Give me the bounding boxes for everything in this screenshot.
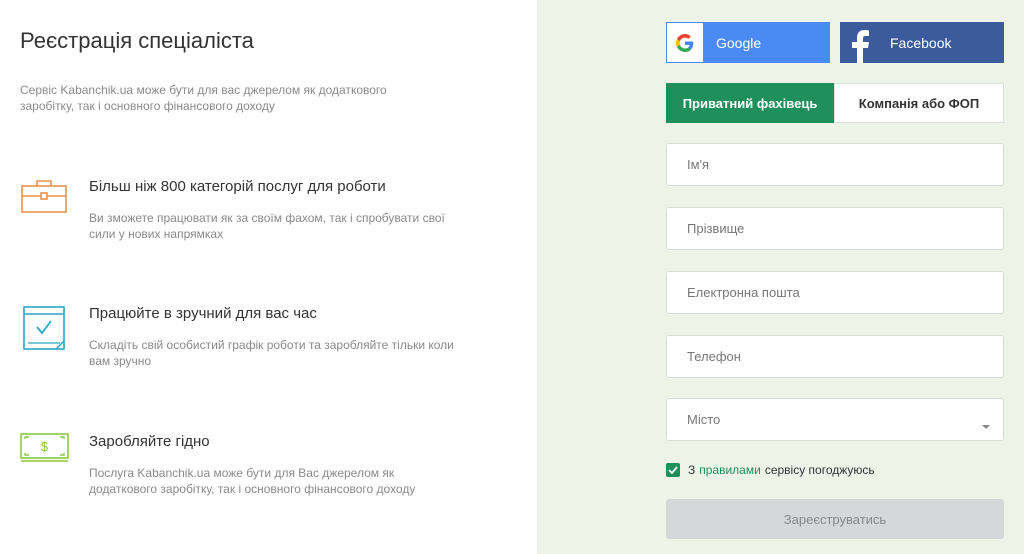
terms-text-suffix: сервісу погоджуюсь	[764, 463, 875, 477]
google-login-button[interactable]: Google	[666, 22, 830, 63]
svg-text:$: $	[41, 439, 49, 454]
feature-title: Більш ніж 800 категорій послуг для робот…	[89, 178, 386, 195]
tab-private-specialist[interactable]: Приватний фахівець	[666, 83, 834, 123]
calendar-check-icon	[20, 305, 70, 351]
feature-description: Складіть свій особистий графік роботи та…	[89, 338, 454, 368]
feature-title: Заробляйте гідно	[89, 433, 210, 450]
briefcase-icon	[20, 178, 70, 224]
facebook-login-button[interactable]: Facebook	[840, 22, 1004, 63]
name-field[interactable]	[666, 143, 1004, 186]
facebook-label: Facebook	[890, 34, 952, 51]
phone-field[interactable]	[666, 335, 1004, 378]
surname-field[interactable]	[666, 207, 1004, 250]
money-icon: $	[20, 433, 70, 479]
terms-link[interactable]: правилами	[699, 463, 761, 477]
terms-agreement: З правилами сервісу погоджуюсь	[666, 463, 875, 477]
google-icon	[666, 22, 704, 63]
register-button[interactable]: Зареєструватись	[666, 499, 1004, 539]
page-title: Реєстрація спеціаліста	[20, 28, 254, 53]
facebook-icon	[840, 22, 880, 63]
account-type-tabs: Приватний фахівець Компанія або ФОП	[666, 83, 1004, 123]
city-select[interactable]: Місто	[666, 398, 1004, 441]
tab-company[interactable]: Компанія або ФОП	[834, 83, 1004, 123]
google-label: Google	[716, 34, 762, 51]
page-subtitle: Сервіс Kabanchik.ua може бути для вас дж…	[20, 83, 387, 113]
terms-checkbox[interactable]	[666, 463, 680, 477]
feature-title: Працюйте в зручний для вас час	[89, 305, 317, 322]
email-field[interactable]	[666, 271, 1004, 314]
info-panel: Реєстрація спеціаліста Сервіс Kabanchik.…	[0, 0, 537, 554]
terms-text-prefix: З	[688, 463, 696, 477]
chevron-down-icon	[981, 418, 991, 433]
city-select-value: Місто	[687, 412, 721, 427]
feature-description: Ви зможете працювати як за своїм фахом, …	[89, 211, 445, 241]
feature-description: Послуга Kabanchik.ua може бути для Вас д…	[89, 466, 416, 496]
